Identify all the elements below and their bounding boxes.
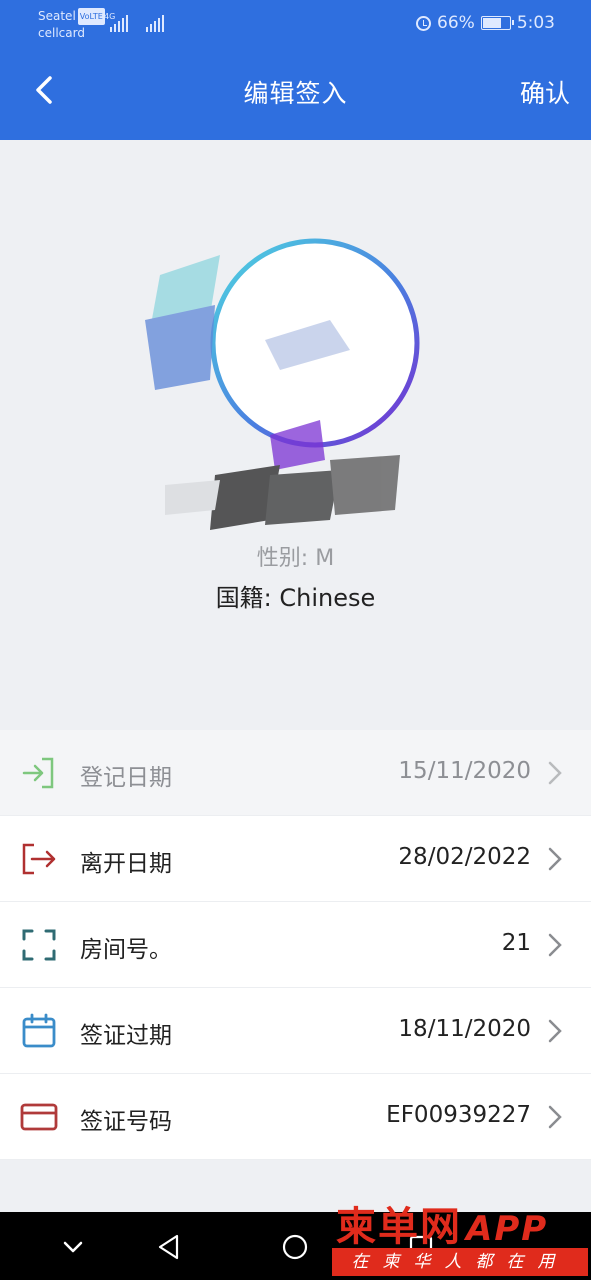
system-back-button[interactable]	[152, 1230, 186, 1264]
row-value: EF00939227	[386, 1102, 531, 1128]
row-value: 18/11/2020	[398, 1016, 531, 1042]
row-value: 28/02/2022	[398, 844, 531, 870]
row-checkin-date: 登记日期 15/11/2020	[0, 730, 591, 816]
page-title: 编辑签入	[243, 79, 348, 108]
triangle-back-icon	[158, 1234, 179, 1260]
row-label: 离开日期	[80, 851, 172, 877]
row-room-number[interactable]: 房间号。 21	[0, 902, 591, 988]
checkin-arrow-icon	[20, 755, 58, 791]
row-label: 房间号。	[80, 937, 172, 963]
calendar-icon	[20, 1013, 58, 1049]
row-value: 15/11/2020	[398, 758, 531, 784]
gender-text: 性别: M	[256, 546, 335, 571]
room-frame-icon	[20, 927, 58, 963]
watermark-brand-text: 柬单网	[336, 1204, 462, 1250]
checkin-details-list: 登记日期 15/11/2020 离开日期 28/02/2022 房间号。 21 …	[0, 730, 591, 1160]
app-header: Seatel VoLTE cellcard 4G 66% 5:03 编辑签入 确认	[0, 0, 591, 140]
carrier-1: Seatel	[38, 9, 76, 23]
row-checkout-date[interactable]: 离开日期 28/02/2022	[0, 816, 591, 902]
row-label: 登记日期	[80, 765, 172, 791]
confirm-button[interactable]: 确认	[520, 74, 570, 110]
status-right: 66% 5:03	[416, 13, 555, 33]
carrier-info: Seatel VoLTE cellcard	[38, 8, 105, 42]
chevron-right-icon	[547, 760, 563, 786]
chevron-right-icon	[547, 846, 563, 872]
signal-icon-2	[146, 14, 164, 32]
circle-home-icon	[282, 1234, 308, 1260]
battery-icon	[480, 16, 514, 30]
row-value: 21	[501, 930, 531, 956]
row-label: 签证号码	[80, 1109, 172, 1135]
guest-profile: 性别: M 国籍: Chinese	[0, 140, 591, 730]
battery-fill	[482, 18, 502, 28]
chevron-down-icon	[63, 1241, 83, 1253]
card-icon	[20, 1099, 58, 1135]
checkout-arrow-icon	[20, 841, 58, 877]
chevron-right-icon	[547, 1018, 563, 1044]
hide-keyboard-button[interactable]	[56, 1230, 90, 1264]
row-visa-expiry[interactable]: 签证过期 18/11/2020	[0, 988, 591, 1074]
system-home-button[interactable]	[278, 1230, 312, 1264]
carrier-2: cellcard	[38, 26, 85, 40]
watermark-app-text: APP	[466, 1209, 549, 1249]
row-label: 签证过期	[80, 1023, 172, 1049]
status-bar: Seatel VoLTE cellcard 4G 66% 5:03	[0, 0, 591, 50]
avatar-image	[145, 238, 420, 530]
nav-bar: 编辑签入 确认	[0, 50, 591, 140]
avatar	[140, 220, 430, 550]
watermark: 柬单网 APP 在柬华人都在用	[332, 1192, 590, 1280]
nationality-text: 国籍: Chinese	[215, 584, 376, 612]
watermark-slogan: 在柬华人都在用	[332, 1248, 588, 1276]
chevron-right-icon	[547, 1104, 563, 1130]
signal-icon	[110, 14, 128, 32]
alarm-icon	[416, 15, 432, 31]
battery-percent: 66%	[437, 13, 475, 33]
row-visa-number[interactable]: 签证号码 EF00939227	[0, 1074, 591, 1160]
volte-badge: VoLTE	[77, 8, 105, 25]
chevron-right-icon	[547, 932, 563, 958]
clock: 5:03	[516, 13, 555, 33]
watermark-brand: 柬单网 APP	[336, 1194, 548, 1252]
